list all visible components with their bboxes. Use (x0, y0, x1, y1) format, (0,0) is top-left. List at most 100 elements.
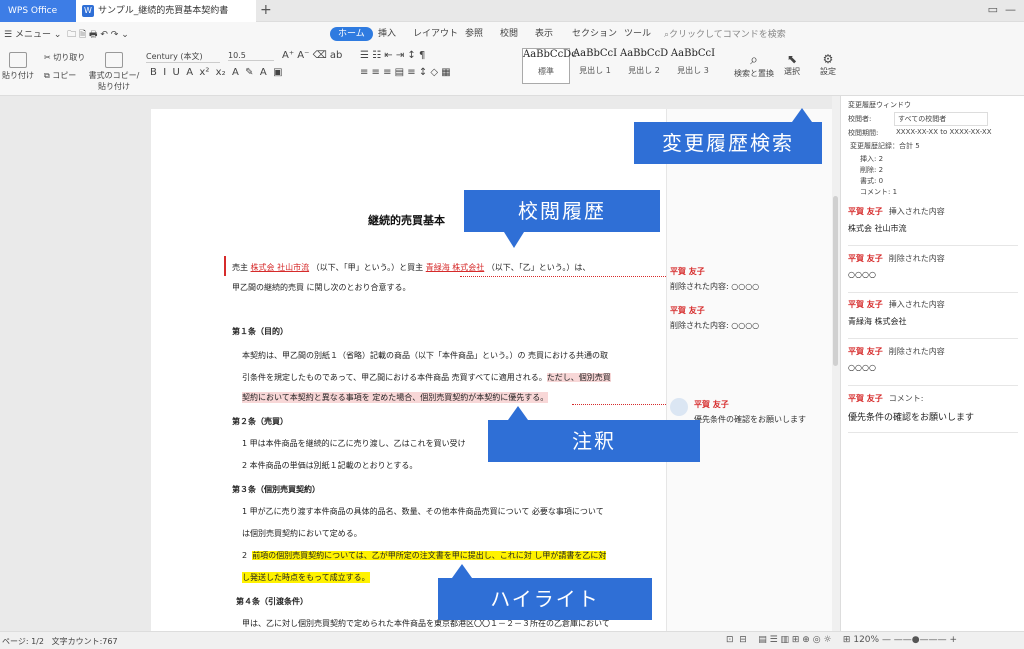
callout-revision-history: 校閲履歴 (464, 190, 660, 248)
paragraph-intro: 売主 株式会 社山市流 （以下、「甲」という。）と買主 青緑海 株式会社 （以下… (232, 262, 590, 273)
text: 引条件を規定したものであって、甲乙間における本件商品 売買すべてに適用される。 (242, 373, 547, 382)
view-controls[interactable]: ⊡ ⊟ ▤ ☰ ▥ ⊞ ⊕ ◎ ☼ ⊞ 120% — ——●——— + (726, 635, 957, 645)
document-tab[interactable]: W サンプル_継続的売買基本契約書 (76, 0, 256, 22)
text: 2 (242, 551, 248, 560)
settings-label: 設定 (820, 67, 836, 76)
new-tab-button[interactable]: + (260, 2, 272, 18)
change-bar (224, 256, 226, 276)
format-painter-button[interactable]: 書式のコピー/貼り付け (88, 52, 140, 92)
entry-body: ○○○○ (848, 363, 876, 372)
select-button[interactable]: ⬉ 選択 (784, 52, 800, 77)
find-replace-button[interactable]: ⌕ 検索と置換 (734, 52, 774, 79)
command-search[interactable]: ⌕クリックしてコマンドを検索 (664, 27, 786, 40)
menu-label: メニュー (14, 30, 51, 40)
select-label: 選択 (784, 67, 800, 76)
copy-button[interactable]: ⧉ コピー (44, 70, 76, 81)
style-preview: AaBbCcDc (523, 49, 577, 60)
tab-insert[interactable]: 挿入 (378, 27, 396, 41)
entry-author: 平賀 友子 (848, 347, 883, 356)
entry-action: 挿入された内容 (888, 300, 945, 309)
paste-icon (9, 52, 27, 68)
count-comment: コメント: 1 (860, 188, 898, 196)
cut-button[interactable]: ✂ 切り取り (44, 52, 85, 63)
margin-author: 平賀 友子 (670, 267, 705, 276)
entry-action: コメント: (888, 394, 924, 403)
app-tab[interactable]: WPS Office (0, 0, 76, 22)
revision-entry[interactable]: 平賀 友子 削除された内容 ○○○○ (848, 253, 1018, 293)
format-buttons[interactable]: B I U A x² x₂ A ✎ A ▣ (150, 67, 283, 78)
tab-references[interactable]: 参照 (465, 27, 483, 41)
style-heading-1[interactable]: AaBbCcI 見出し 1 (571, 48, 619, 84)
revision-entry[interactable]: 平賀 友子 挿入された内容 青緑海 株式会社 (848, 299, 1018, 339)
article-2-line: 2 本件商品の単価は別紙１記載のとおりとする。 (242, 461, 418, 470)
paste-button[interactable]: 貼り付け (2, 52, 34, 81)
word-count[interactable]: 文字カウント:767 (52, 637, 118, 646)
entry-author: 平賀 友子 (848, 207, 883, 216)
article-1-line: 引条件を規定したものであって、甲乙間における本件商品 売買すべてに適用される。た… (242, 372, 611, 383)
style-preview: AaBbCcI (670, 48, 716, 59)
tab-home[interactable]: ホーム (330, 27, 373, 41)
article-3-line: は個別売買契約において定める。 (242, 529, 362, 538)
comment-text[interactable]: 優先条件の確認をお願いします (694, 414, 806, 425)
period-label: 校閲期間: (848, 129, 879, 137)
list-buttons[interactable]: ☰ ☷ ⇤ ⇥ ↕ ¶ (360, 50, 425, 61)
article-1-line: 本契約は、甲乙間の別紙１（省略）記載の商品（以下「本件商品」という。）の 売買に… (242, 351, 609, 360)
tab-review[interactable]: 校閲 (500, 27, 518, 41)
align-buttons[interactable]: ≡ ≡ ≡ ▤ ≡ ↕ ◇ ▦ (360, 67, 451, 78)
margin-author: 平賀 友子 (670, 306, 705, 315)
entry-body: 優先条件の確認をお願いします (848, 413, 975, 423)
page-indicator: ページ: 1/2 (2, 637, 44, 646)
document-icon: W (82, 5, 94, 17)
tab-view[interactable]: 表示 (535, 27, 553, 41)
avatar (670, 398, 688, 416)
commented-text: ただし、個別売買 (546, 373, 611, 382)
settings-button[interactable]: ⚙ 設定 (820, 52, 836, 77)
tab-tools[interactable]: ツール (624, 27, 651, 41)
article-1-heading: 第１条（目的） (232, 327, 288, 336)
window-controls[interactable]: ▭ — (988, 3, 1016, 16)
settings-icon: ⚙ (822, 52, 834, 66)
style-heading-3[interactable]: AaBbCcI 見出し 3 (669, 48, 717, 84)
style-heading-2[interactable]: AaBbCcD 見出し 2 (620, 48, 668, 84)
panel-title: 変更履歴ウィンドウ (848, 101, 911, 109)
period-value[interactable]: XXXX-XX-XX to XXXX-XX-XX (896, 128, 992, 136)
vertical-scrollbar[interactable] (832, 96, 840, 631)
text: （以下、「甲」という。）と買主 (311, 263, 424, 272)
highlighted-text: し発送した時点をもって成立する。 (242, 572, 370, 583)
revision-entry[interactable]: 平賀 友子 コメント: 優先条件の確認をお願いします (848, 393, 1018, 433)
tab-section[interactable]: セクション (572, 27, 617, 41)
style-preview: AaBbCcD (620, 48, 669, 59)
paste-label: 貼り付け (2, 71, 34, 80)
search-placeholder: クリックしてコマンドを検索 (669, 30, 786, 40)
font-select[interactable]: Century (本文) (146, 51, 220, 63)
revision-entry[interactable]: 平賀 友子 挿入された内容 株式会 社山市流 (848, 206, 1018, 246)
paragraph-intro-2: 甲乙間の継続的売買 に関し次のとおり合意する。 (232, 283, 411, 292)
count-format: 書式: 0 (860, 177, 884, 185)
format-painter-label: 書式のコピー/貼り付け (88, 71, 140, 91)
tab-layout[interactable]: レイアウト (413, 27, 458, 41)
style-normal[interactable]: AaBbCcDc 標準 (522, 48, 577, 84)
scroll-thumb[interactable] (833, 196, 838, 366)
inserted-text: 青緑海 株式会社 (425, 263, 485, 272)
document-tab-label: サンプル_継続的売買基本契約書 (98, 6, 229, 16)
reviewer-select[interactable]: すべての校閲者 (894, 112, 988, 126)
menu-button[interactable]: ☰ メニュー ⌄ 🗀 🗎 🖶 ↶ ↷ ⌄ (4, 27, 129, 43)
reviewer-label: 校閲者: (848, 115, 872, 123)
revision-entry[interactable]: 平賀 友子 削除された内容 ○○○○ (848, 346, 1018, 386)
hamburger-icon: ☰ (4, 30, 15, 40)
entry-author: 平賀 友子 (848, 394, 883, 403)
cursor-icon: ⬉ (786, 52, 798, 66)
font-size-select[interactable]: 10.5 (228, 51, 274, 61)
article-2-line: 1 甲は本件商品を継続的に乙に売り渡し、乙はこれを買い受け (242, 439, 466, 448)
highlighted-text: 前項の個別売買契約については、乙が甲所定の注文書を甲に提出し、これに対 し甲が請… (252, 551, 607, 560)
copy-label: コピー (52, 71, 77, 80)
cut-icon: ✂ (44, 53, 54, 62)
comment-author: 平賀 友子 (694, 400, 729, 409)
style-label: 見出し 2 (628, 66, 660, 75)
style-label: 見出し 1 (579, 66, 611, 75)
records-summary[interactable]: 変更履歴記録：合計 5 (850, 141, 920, 151)
font-grow-buttons[interactable]: A⁺ A⁻ ⌫ ab (282, 50, 342, 61)
article-4-heading: 第４条（引渡条件） (236, 597, 308, 606)
status-info: ページ: 1/2 文字カウント:767 (2, 636, 118, 647)
callout-history-search: 変更履歴検索 (634, 108, 822, 164)
